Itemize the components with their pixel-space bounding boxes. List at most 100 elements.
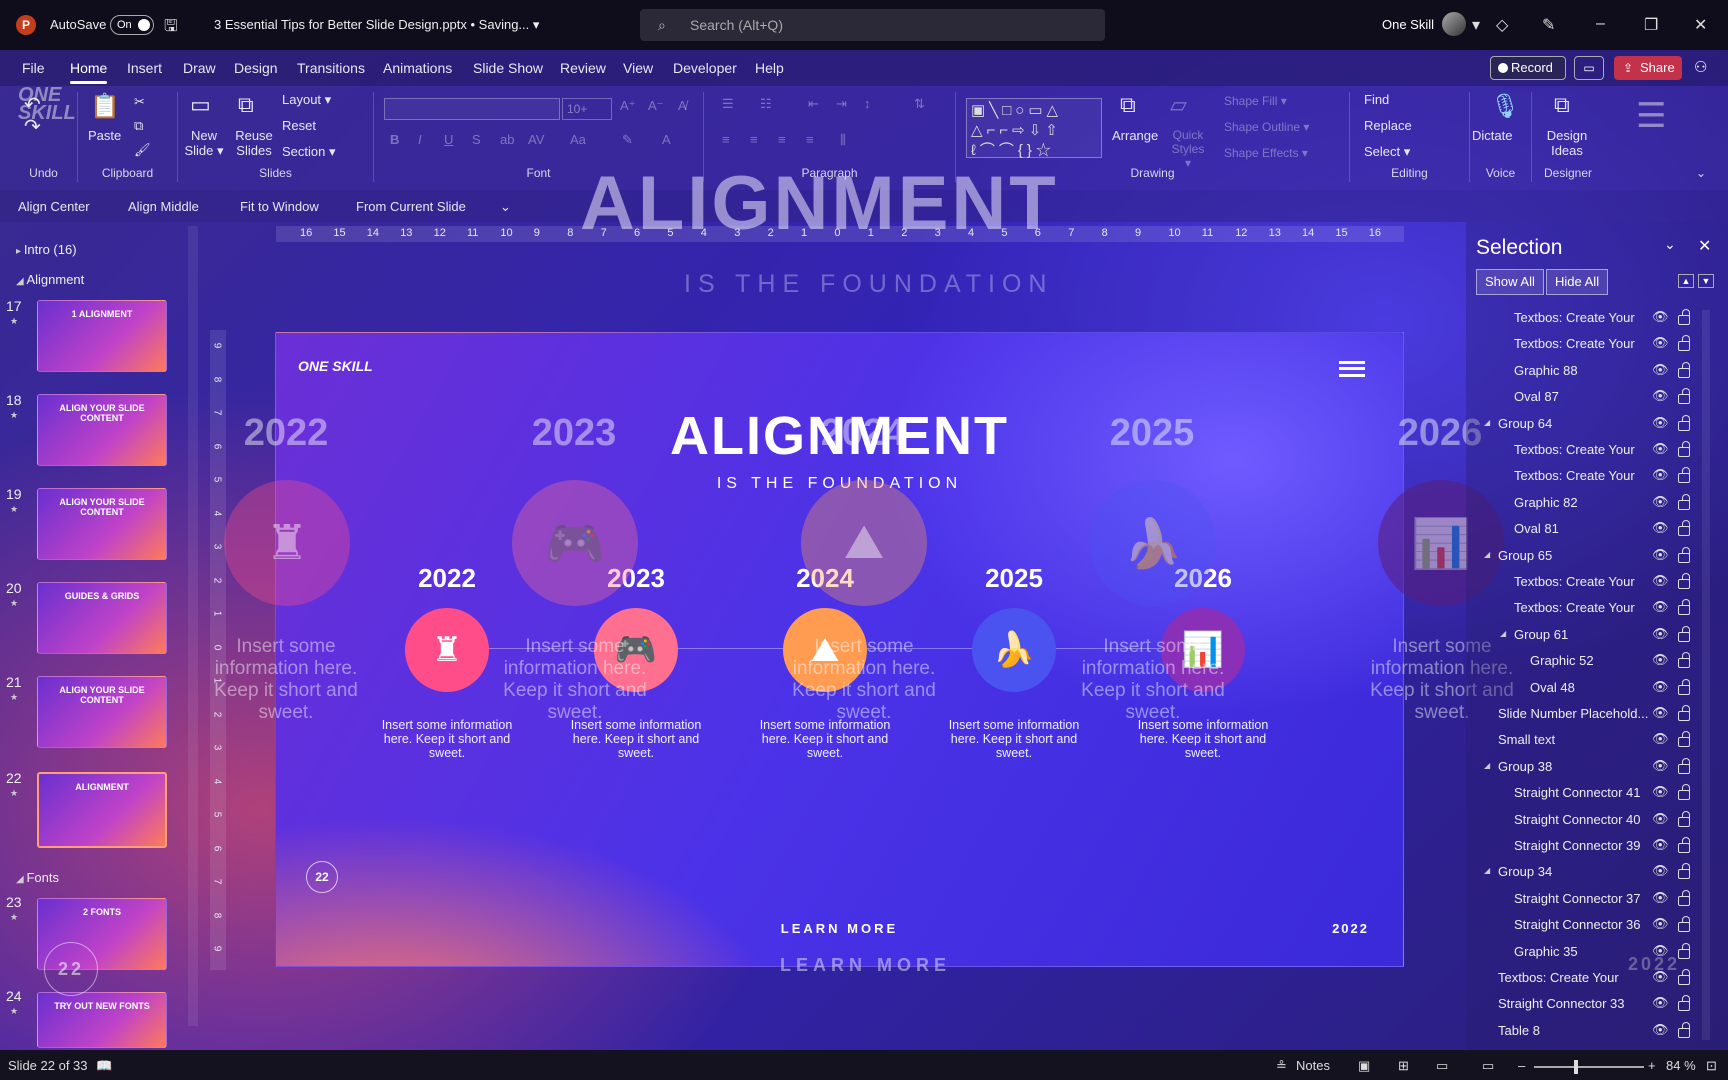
dictate-button[interactable]: Dictate — [1472, 128, 1512, 143]
shape-outline-button[interactable]: Shape Outline ▾ — [1224, 120, 1309, 134]
align-center-button[interactable]: Align Center — [18, 199, 90, 214]
bring-forward-icon[interactable]: ▲ — [1678, 274, 1694, 288]
section-alignment[interactable]: Alignment — [16, 272, 84, 287]
strikethrough-icon[interactable]: ab — [500, 132, 514, 147]
selection-group-item[interactable]: Group 64 — [1484, 416, 1552, 431]
visibility-eye-icon[interactable]: 👁 — [1652, 362, 1669, 378]
search-input[interactable]: ⌕ Search (Alt+Q) — [640, 9, 1105, 41]
selection-item[interactable]: Straight Connector 33 — [1498, 996, 1624, 1011]
visibility-eye-icon[interactable]: 👁 — [1652, 837, 1669, 853]
slide-thumbnail-21[interactable]: ALIGN YOUR SLIDE CONTENT — [37, 676, 167, 748]
replace-button[interactable]: Replace — [1364, 118, 1412, 133]
learn-more-text[interactable]: LEARN MORE — [276, 921, 1403, 936]
selection-item[interactable]: Table 8 — [1498, 1023, 1540, 1038]
selection-group-item[interactable]: Group 34 — [1484, 864, 1552, 879]
slide-thumbnail-22[interactable]: ALIGNMENT — [37, 772, 167, 848]
lock-icon[interactable] — [1678, 414, 1690, 431]
lock-icon[interactable] — [1678, 731, 1690, 748]
design-ideas-button[interactable]: Design Ideas — [1538, 128, 1596, 158]
tab-help[interactable]: Help — [755, 60, 784, 76]
share-button[interactable]: Share — [1614, 56, 1682, 80]
selection-group-item[interactable]: Group 65 — [1484, 548, 1552, 563]
visibility-eye-icon[interactable]: 👁 — [1652, 995, 1669, 1011]
lock-icon[interactable] — [1678, 546, 1690, 563]
selection-item[interactable]: Graphic 88 — [1514, 363, 1578, 378]
bullets-icon[interactable]: ☰ — [722, 96, 734, 112]
selection-item[interactable]: Slide Number Placehold... — [1498, 706, 1648, 721]
tab-draw[interactable]: Draw — [183, 60, 216, 76]
bold-icon[interactable]: B — [390, 132, 399, 147]
copy-icon[interactable]: ⧉ — [134, 118, 143, 134]
selection-item[interactable]: Textbos: Create Your — [1514, 468, 1635, 483]
pen-icon[interactable]: ✎ — [1542, 15, 1555, 35]
lock-icon[interactable] — [1678, 467, 1690, 484]
visibility-eye-icon[interactable]: 👁 — [1652, 863, 1669, 879]
selection-item[interactable]: Textbos: Create Your — [1514, 574, 1635, 589]
clear-format-icon[interactable]: A̸ — [678, 98, 687, 113]
visibility-eye-icon[interactable]: 👁 — [1652, 626, 1669, 642]
selection-item[interactable]: Graphic 82 — [1514, 495, 1578, 510]
lock-icon[interactable] — [1678, 335, 1690, 352]
lock-icon[interactable] — [1678, 599, 1690, 616]
user-name[interactable]: One Skill — [1382, 17, 1434, 32]
save-icon[interactable]: 🖫 — [164, 15, 178, 42]
fit-slide-icon[interactable]: ⊡ — [1706, 1058, 1717, 1074]
selection-group-item[interactable]: Group 61 — [1500, 627, 1568, 642]
selection-item[interactable]: Graphic 52 — [1530, 653, 1594, 668]
selection-item[interactable]: Textbos: Create Your — [1498, 970, 1619, 985]
notes-icon[interactable]: ≗ — [1276, 1058, 1287, 1074]
lock-icon[interactable] — [1678, 863, 1690, 880]
zoom-slider[interactable] — [1534, 1066, 1644, 1068]
slide-thumbnail-19[interactable]: ALIGN YOUR SLIDE CONTENT — [37, 488, 167, 560]
selection-item[interactable]: Small text — [1498, 732, 1555, 747]
autosave-toggle[interactable]: On — [110, 15, 154, 35]
chevron-down-icon[interactable]: ▾ — [1472, 15, 1480, 35]
notes-button[interactable]: Notes — [1296, 1058, 1330, 1073]
tab-developer[interactable]: Developer — [673, 60, 737, 76]
visibility-eye-icon[interactable]: 👁 — [1652, 547, 1669, 563]
zoom-slider-thumb[interactable] — [1574, 1060, 1578, 1074]
pane-options-icon[interactable]: ⌄ — [1664, 236, 1676, 253]
reset-button[interactable]: Reset — [282, 118, 316, 133]
text-direction-icon[interactable]: ⇅ — [914, 96, 925, 112]
visibility-eye-icon[interactable]: 👁 — [1652, 811, 1669, 827]
visibility-eye-icon[interactable]: 👁 — [1652, 916, 1669, 932]
visibility-eye-icon[interactable]: 👁 — [1652, 943, 1669, 959]
document-title[interactable]: 3 Essential Tips for Better Slide Design… — [214, 17, 539, 33]
shape-effects-button[interactable]: Shape Effects ▾ — [1224, 146, 1308, 160]
increase-indent-icon[interactable]: ⇥ — [836, 96, 847, 112]
lock-icon[interactable] — [1678, 652, 1690, 669]
justify-icon[interactable]: ≡ — [806, 132, 814, 147]
lock-icon[interactable] — [1678, 889, 1690, 906]
visibility-eye-icon[interactable]: 👁 — [1652, 520, 1669, 536]
arrange-button[interactable]: Arrange — [1112, 128, 1158, 143]
selection-item[interactable]: Straight Connector 41 — [1514, 785, 1640, 800]
new-slide-button[interactable]: New Slide ▾ — [184, 128, 224, 159]
slide-thumbnail-20[interactable]: GUIDES & GRIDS — [37, 582, 167, 654]
slideshow-icon[interactable]: ▭ — [1482, 1058, 1494, 1074]
lock-icon[interactable] — [1678, 1021, 1690, 1038]
customize-qat-icon[interactable]: ⌄ — [500, 199, 511, 215]
shape-fill-button[interactable]: Shape Fill ▾ — [1224, 94, 1287, 108]
selection-item[interactable]: Oval 48 — [1530, 680, 1575, 695]
visibility-eye-icon[interactable]: 👁 — [1652, 599, 1669, 615]
tab-transitions[interactable]: Transitions — [297, 60, 365, 76]
tab-home[interactable]: Home — [70, 60, 108, 84]
reading-view-icon[interactable]: ▭ — [1436, 1058, 1448, 1074]
minimize-icon[interactable]: – — [1596, 15, 1605, 33]
selection-item[interactable]: Textbos: Create Your — [1514, 310, 1635, 325]
lock-icon[interactable] — [1678, 625, 1690, 642]
paste-button[interactable]: Paste — [88, 128, 121, 143]
close-icon[interactable]: ✕ — [1694, 15, 1707, 35]
selection-item[interactable]: Graphic 35 — [1514, 944, 1578, 959]
lock-icon[interactable] — [1678, 810, 1690, 827]
slide-thumbnail-18[interactable]: ALIGN YOUR SLIDE CONTENT — [37, 394, 167, 466]
align-center-icon[interactable]: ≡ — [750, 132, 758, 147]
visibility-eye-icon[interactable]: 👁 — [1652, 652, 1669, 668]
record-button[interactable]: Record — [1490, 56, 1566, 80]
selection-item[interactable]: Textbos: Create Your — [1514, 442, 1635, 457]
font-color-icon[interactable]: A — [662, 132, 671, 147]
line-spacing-icon[interactable]: ↕ — [864, 96, 871, 111]
italic-icon[interactable]: I — [418, 132, 422, 147]
visibility-eye-icon[interactable]: 👁 — [1652, 679, 1669, 695]
